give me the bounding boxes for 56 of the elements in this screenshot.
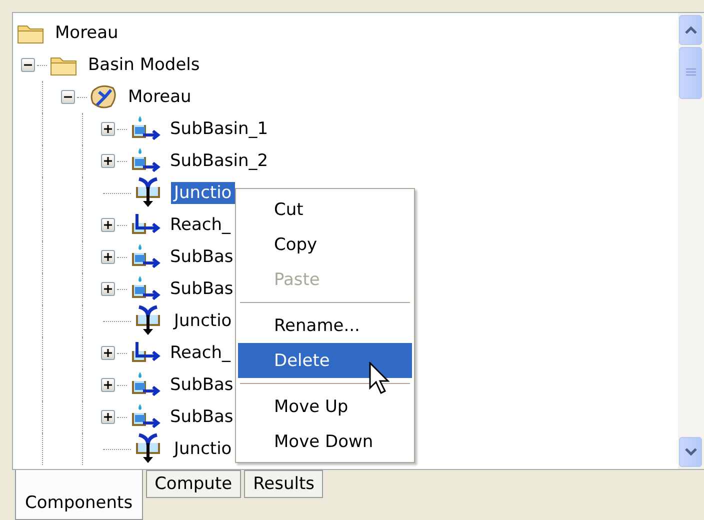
menu-item[interactable]: Move Down — [238, 424, 412, 459]
tab[interactable]: Compute — [146, 470, 242, 498]
scroll-down-button[interactable] — [679, 437, 702, 467]
collapse-toggle[interactable] — [61, 90, 75, 104]
menu-item[interactable]: Rename... — [238, 308, 412, 343]
plus-icon — [104, 285, 112, 293]
menu-item[interactable]: Delete — [238, 343, 412, 378]
expand-toggle[interactable] — [101, 122, 115, 136]
basin-icon — [89, 83, 119, 111]
tree-item[interactable]: SubBasin_1 — [167, 118, 272, 140]
plus-icon — [104, 381, 112, 389]
tree-item[interactable]: Moreau — [125, 86, 194, 108]
tab[interactable]: Results — [244, 470, 324, 498]
tree-item[interactable]: Basin Models — [85, 54, 203, 76]
plus-icon — [104, 221, 112, 229]
tree-item[interactable]: Junctio — [171, 310, 235, 332]
tree-item[interactable]: SubBas — [167, 374, 236, 396]
expand-toggle[interactable] — [101, 346, 115, 360]
plus-icon — [104, 349, 112, 357]
grip-icon — [686, 68, 696, 78]
expand-toggle[interactable] — [101, 218, 115, 232]
expand-toggle[interactable] — [101, 154, 115, 168]
menu-item[interactable]: Move Up — [238, 389, 412, 424]
subbasin-icon — [129, 275, 161, 303]
tree-item[interactable]: SubBas — [167, 278, 236, 300]
tree-item[interactable]: SubBasin_2 — [167, 150, 272, 172]
tree-item[interactable]: SubBas — [167, 406, 236, 428]
collapse-toggle[interactable] — [21, 58, 35, 72]
subbasin-icon — [129, 115, 161, 143]
tree-item[interactable]: Junctio — [171, 182, 235, 204]
tree-item[interactable]: Junctio — [171, 438, 235, 460]
expand-toggle[interactable] — [101, 378, 115, 392]
subbasin-icon — [129, 371, 161, 399]
tree-item[interactable]: Moreau — [52, 22, 122, 44]
tab[interactable]: Components — [15, 470, 143, 520]
expand-toggle[interactable] — [101, 282, 115, 296]
mouse-pointer-icon — [369, 362, 391, 396]
subbasin-icon — [129, 147, 161, 175]
chevron-down-icon — [684, 448, 696, 456]
menu-item[interactable]: Cut — [238, 192, 412, 227]
expand-toggle[interactable] — [101, 410, 115, 424]
expand-toggle[interactable] — [101, 250, 115, 264]
tree-item[interactable]: Reach_ — [167, 342, 234, 364]
tree-item[interactable]: SubBas — [167, 246, 236, 268]
scroll-up-button[interactable] — [679, 15, 702, 45]
plus-icon — [104, 157, 112, 165]
plus-icon — [104, 253, 112, 261]
tree-item[interactable]: Reach_ — [167, 214, 234, 236]
plus-icon — [104, 413, 112, 421]
subbasin-icon — [129, 403, 161, 431]
scrollbar[interactable] — [678, 13, 704, 469]
subbasin-icon — [129, 243, 161, 271]
chevron-up-icon — [684, 26, 696, 34]
plus-icon — [104, 125, 112, 133]
menu-item[interactable]: Copy — [238, 227, 412, 262]
scroll-thumb[interactable] — [679, 47, 702, 99]
